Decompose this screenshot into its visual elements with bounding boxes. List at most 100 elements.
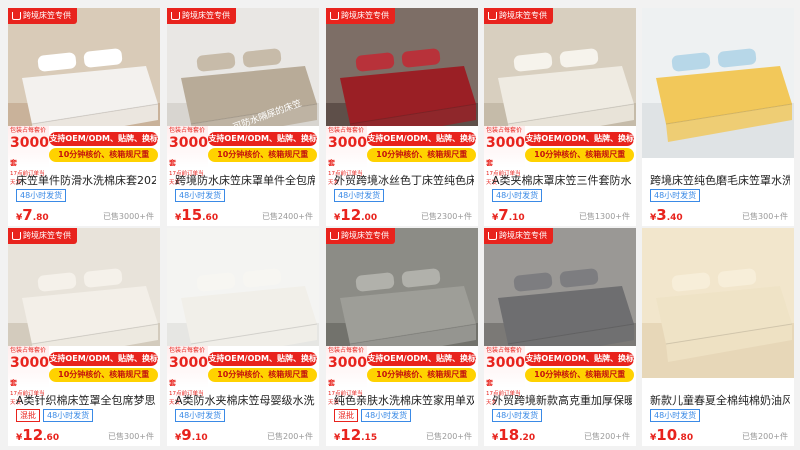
product-title[interactable]: 外贸跨境冰丝色丁床笠纯色床罩 — [334, 172, 474, 188]
promo-big-value: 3000 — [10, 355, 49, 371]
cart-icon — [330, 12, 339, 20]
price-decimal: .80 — [32, 213, 49, 223]
product-title[interactable]: 跨境防水床笠床罩单件全包席梦思 — [175, 172, 315, 188]
promo-big-value: 3000 — [328, 135, 367, 151]
promo-price-block: 包装占每套价 3000套 17点前订单当天发 — [8, 346, 50, 406]
product-card[interactable]: 跨境床笠专供 包装占每套价 3000套 17点前订单当天发 支持OEM/ODM、… — [326, 8, 478, 226]
cart-icon — [12, 232, 21, 240]
product-card[interactable]: 跨境床笠专供 包装占每套价 3000套 17点前订单当天发 支持OEM/ODM、… — [326, 228, 478, 446]
promo-banner: 包装占每套价 3000套 17点前订单当天发 支持OEM/ODM、贴牌、换标 1… — [484, 346, 636, 406]
price-decimal: .00 — [361, 213, 378, 223]
promo-big-number: 3000 套 — [169, 136, 208, 170]
promo-price-block: 包装占每套价 3000套 17点前订单当天发 — [484, 346, 526, 406]
product-badges: 48小时发货 — [175, 409, 226, 422]
cross-border-tag-label: 跨境床笠专供 — [499, 231, 547, 240]
promo-big-number: 3000 套 — [10, 356, 49, 390]
promo-quote-pill: 10分钟核价、核箱规尺重 — [525, 368, 634, 382]
promo-big-value: 3000 — [486, 135, 525, 151]
price-integer: 12 — [22, 426, 44, 444]
promo-price-block: 包装占每套价 3000套 17点前订单当天发 — [326, 126, 368, 186]
product-card[interactable]: 包装占每套价 3000套 17点前订单当天发 支持OEM/ODM、贴牌、换标 1… — [167, 228, 319, 446]
product-badges: 混批 48小时发货 — [16, 409, 94, 422]
mixed-batch-badge: 混批 — [16, 409, 40, 422]
cross-border-tag-label: 跨境床笠专供 — [23, 231, 71, 240]
promo-pills: 支持OEM/ODM、贴牌、换标 10分钟核价、核箱规尺重 — [367, 346, 478, 388]
promo-big-value: 3000 — [10, 135, 49, 151]
cross-border-tag-label: 跨境床笠专供 — [23, 11, 71, 20]
promo-price-block: 包装占每套价 3000套 17点前订单当天发 — [8, 126, 50, 186]
promo-price-block: 包装占每套价 3000套 17点前订单当天发 — [167, 126, 209, 186]
promo-oem-pill: 支持OEM/ODM、贴牌、换标 — [367, 352, 476, 366]
product-badges: 48小时发货 — [334, 189, 385, 202]
price-integer: 7 — [22, 206, 33, 224]
promo-oem-pill: 支持OEM/ODM、贴牌、换标 — [525, 352, 634, 366]
sold-count: 已售2400+件 — [261, 212, 313, 221]
product-price: ¥15.60 — [175, 207, 218, 226]
sold-count: 已售300+件 — [108, 432, 154, 441]
product-title[interactable]: 跨境床笠纯色磨毛床笠罩水洗棉 — [650, 172, 790, 188]
cross-border-tag-label: 跨境床笠专供 — [499, 11, 547, 20]
promo-pills: 支持OEM/ODM、贴牌、换标 10分钟核价、核箱规尺重 — [367, 126, 478, 168]
promo-pills: 支持OEM/ODM、贴牌、换标 10分钟核价、核箱规尺重 — [208, 126, 319, 168]
product-badges: 48小时发货 — [16, 189, 67, 202]
promo-oem-pill: 支持OEM/ODM、贴牌、换标 — [208, 352, 317, 366]
cross-border-tag: 跨境床笠专供 — [326, 8, 395, 24]
product-card[interactable]: 跨境床笠专供 包装占每套价 3000套 17点前订单当天发 支持OEM/ODM、… — [484, 8, 636, 226]
product-price: ¥12.00 — [334, 207, 377, 226]
product-title[interactable]: A类防水夹棉床笠母婴级水洗棉 — [175, 392, 315, 408]
product-price: ¥12.60 — [16, 427, 59, 446]
promo-pills: 支持OEM/ODM、贴牌、换标 10分钟核价、核箱规尺重 — [49, 346, 160, 388]
price-integer: 18 — [498, 426, 520, 444]
product-card[interactable]: 新款儿童春夏全棉纯棉奶油风床笠 48小时发货 ¥10.80 已售200+件 — [642, 228, 794, 446]
sold-count: 已售300+件 — [742, 212, 788, 221]
promo-big-unit: 套 — [486, 378, 493, 387]
product-title[interactable]: A类夹棉床罩床笠三件套防水隔尿 — [492, 172, 632, 188]
product-price: ¥18.20 — [492, 427, 535, 446]
promo-quote-pill: 10分钟核价、核箱规尺重 — [208, 148, 317, 162]
price-integer: 9 — [181, 426, 192, 444]
product-title[interactable]: 新款儿童春夏全棉纯棉奶油风床笠 — [650, 392, 790, 408]
promo-big-number: 3000 套 — [486, 136, 525, 170]
product-card[interactable]: 跨境床笠专供 可防水隔尿的床笠 包装占每套价 3000套 17点前订单当天发 支… — [167, 8, 319, 226]
promo-big-value: 3000 — [169, 355, 208, 371]
shipping-badge: 48小时发货 — [650, 189, 701, 202]
product-card[interactable]: 跨境床笠专供 包装占每套价 3000套 17点前订单当天发 支持OEM/ODM、… — [8, 228, 160, 446]
sold-count: 已售1300+件 — [578, 212, 630, 221]
product-card[interactable]: 跨境床笠专供 包装占每套价 3000套 17点前订单当天发 支持OEM/ODM、… — [484, 228, 636, 446]
product-grid: 跨境床笠专供 包装占每套价 3000套 17点前订单当天发 支持OEM/ODM、… — [0, 0, 800, 450]
product-image[interactable] — [642, 8, 794, 158]
price-decimal: .80 — [677, 433, 694, 443]
price-decimal: .40 — [666, 213, 683, 223]
price-decimal: .60 — [202, 213, 219, 223]
promo-oem-pill: 支持OEM/ODM、贴牌、换标 — [208, 132, 317, 146]
product-badges: 48小时发货 — [650, 189, 701, 202]
promo-big-unit: 套 — [169, 378, 176, 387]
price-integer: 12 — [340, 206, 362, 224]
promo-big-number: 3000 套 — [10, 136, 49, 170]
product-badges: 48小时发货 — [492, 409, 543, 422]
product-card[interactable]: 跨境床笠专供 包装占每套价 3000套 17点前订单当天发 支持OEM/ODM、… — [8, 8, 160, 226]
product-title[interactable]: A类针织棉床笠罩全包席梦思床垫 — [16, 392, 156, 408]
shipping-badge: 48小时发货 — [492, 189, 543, 202]
promo-quote-pill: 10分钟核价、核箱规尺重 — [49, 368, 158, 382]
product-badges: 48小时发货 — [492, 189, 543, 202]
price-decimal: .10 — [508, 213, 525, 223]
promo-oem-pill: 支持OEM/ODM、贴牌、换标 — [367, 132, 476, 146]
promo-oem-pill: 支持OEM/ODM、贴牌、换标 — [49, 352, 158, 366]
cross-border-tag: 跨境床笠专供 — [167, 8, 236, 24]
product-price: ¥10.80 — [650, 427, 693, 446]
product-badges: 48小时发货 — [175, 189, 226, 202]
promo-big-number: 3000 套 — [328, 356, 367, 390]
promo-pills: 支持OEM/ODM、贴牌、换标 10分钟核价、核箱规尺重 — [49, 126, 160, 168]
cross-border-tag-label: 跨境床笠专供 — [341, 11, 389, 20]
product-badges: 混批 48小时发货 — [334, 409, 412, 422]
product-title[interactable]: 纯色亲肤水洗棉床笠家用单双人 — [334, 392, 474, 408]
product-image[interactable] — [642, 228, 794, 378]
price-integer: 3 — [656, 206, 667, 224]
promo-banner: 包装占每套价 3000套 17点前订单当天发 支持OEM/ODM、贴牌、换标 1… — [484, 126, 636, 186]
product-title[interactable]: 外贸跨境新款高克重加厚保暖床笠 — [492, 392, 632, 408]
product-card[interactable]: 跨境床笠纯色磨毛床笠罩水洗棉 48小时发货 ¥3.40 已售300+件 — [642, 8, 794, 226]
promo-big-unit: 套 — [328, 378, 335, 387]
product-title[interactable]: 床笠单件防滑水洗棉床套2024 — [16, 172, 156, 188]
shipping-badge: 48小时发货 — [43, 409, 94, 422]
